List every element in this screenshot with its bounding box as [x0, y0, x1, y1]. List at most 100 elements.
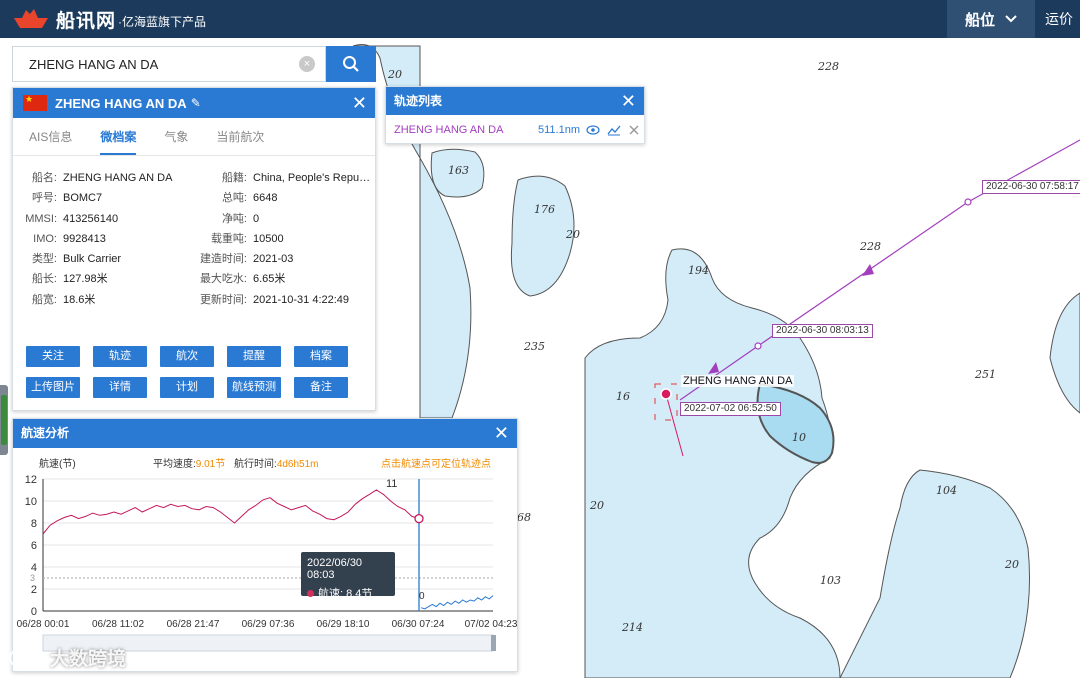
info-value: 413256140 [63, 212, 119, 225]
y-tick-label: 10 [25, 496, 37, 508]
depth-label: 20 [1005, 558, 1019, 571]
info-key: 类型: [31, 253, 57, 266]
delete-icon[interactable] [628, 124, 640, 136]
track-list-item[interactable]: ZHENG HANG AN DA 511.1nm [386, 115, 644, 145]
watermark-text: 大数跨境 [50, 649, 127, 670]
close-icon[interactable]: ✕ [352, 94, 367, 112]
clear-icon[interactable]: × [299, 56, 315, 72]
tab-current-voyage[interactable]: 当前航次 [216, 118, 264, 155]
notes-button[interactable]: 备注 [294, 377, 348, 398]
follow-button[interactable]: 关注 [26, 346, 80, 367]
eye-icon[interactable] [586, 125, 600, 135]
tab-ais-info[interactable]: AIS信息 [29, 118, 72, 155]
depth-label: 228 [818, 60, 839, 73]
brand-subtitle: ·亿海蓝旗下产品 [118, 14, 207, 29]
ship-name-title: ZHENG HANG AN DA [55, 95, 187, 111]
speed-series-line-2 [420, 595, 494, 610]
speed-y-label: 航速(节) [39, 459, 76, 470]
ship-info-grid: 船名: ZHENG HANG AN DA 船籍: China, People's Re… [13, 168, 377, 310]
voyage-button[interactable]: 航次 [160, 346, 214, 367]
archive-button[interactable]: 档案 [294, 346, 348, 367]
x-tick-label: 06/29 18:10 [317, 619, 370, 630]
ship-panel-header: ZHENG HANG AN DA ✎ ✕ [13, 88, 375, 118]
reminder-button[interactable]: 提醒 [227, 346, 281, 367]
search-bar: ZHENG HANG AN DA × [12, 46, 376, 82]
y-tick-label: 8 [31, 518, 37, 530]
tab-micro-archive[interactable]: 微档案 [100, 118, 137, 155]
brand-logo[interactable]: 船讯网 ·亿海蓝旗下产品 [0, 0, 206, 38]
info-key: 船籍: [221, 172, 247, 184]
nav-freight[interactable]: 运价 [1035, 0, 1080, 38]
plan-button[interactable]: 计划 [160, 377, 214, 398]
top-nav-bar: 船讯网 ·亿海蓝旗下产品 船位 运价 [0, 0, 1080, 38]
x-tick-label: 07/02 04:23 [465, 619, 518, 630]
island-main [584, 248, 841, 678]
ship-info-panel: ZHENG HANG AN DA ✎ ✕ AIS信息 微档案 气象 当前航次 船… [12, 87, 376, 411]
info-row: 船宽: 18.6米 更新时间: 2021-10-31 4:22:49 [13, 290, 377, 310]
nav-ship-label: 船位 [964, 11, 995, 29]
close-icon[interactable]: ✕ [621, 92, 636, 110]
route-forecast-button[interactable]: 航线预测 [227, 377, 281, 398]
track-distance: 511.1nm [538, 124, 580, 136]
depth-label: 20 [590, 499, 604, 512]
track-ship-name[interactable]: ZHENG HANG AN DA [394, 124, 538, 136]
nav-ship-position[interactable]: 船位 [947, 0, 1035, 38]
track-list-title: 轨迹列表 [394, 94, 443, 108]
search-button[interactable] [326, 46, 376, 82]
info-row: MMSI: 413256140 净吨: 0 [13, 209, 377, 229]
depth-label: 103 [820, 574, 841, 587]
depth-label: 194 [688, 264, 709, 277]
speed-line-chart[interactable]: 024681012 110306/28 00:01 06/28 11:02 06/28… [13, 471, 519, 671]
x-tick-label: 06/28 11:02 [92, 619, 145, 630]
edit-icon[interactable]: ✎ [191, 96, 201, 110]
search-input[interactable]: ZHENG HANG AN DA × [12, 46, 326, 82]
avg-speed-label: 平均速度: [153, 459, 196, 470]
info-key: IMO: [33, 232, 57, 245]
track-point-label[interactable]: 2022-06-30 08:03:13 [772, 324, 873, 338]
zoom-slider-handle [491, 635, 496, 651]
info-key: 更新时间: [199, 293, 247, 306]
depth-label: 68 [517, 511, 531, 524]
track-button[interactable]: 轨迹 [93, 346, 147, 367]
tab-weather[interactable]: 气象 [164, 118, 188, 155]
info-key: 最大吃水: [199, 273, 247, 286]
close-icon[interactable]: ✕ [494, 424, 509, 442]
info-value: 0 [253, 212, 260, 225]
info-value: China, People's Republic... [253, 172, 375, 184]
y-tick-label: 0 [31, 606, 37, 618]
info-value: 9928413 [63, 232, 106, 245]
ship-tabs: AIS信息 微档案 气象 当前航次 [13, 118, 375, 156]
x-tick-label: 06/28 00:01 [17, 619, 70, 630]
info-key: 载重吨: [210, 232, 247, 245]
info-key: 总吨: [221, 192, 247, 205]
info-key: MMSI: [25, 212, 57, 225]
depth-label: 16 [616, 390, 630, 403]
x-tick-label: 06/30 07:24 [392, 619, 445, 630]
details-button[interactable]: 详情 [93, 377, 147, 398]
info-key: 建造时间: [199, 253, 247, 266]
line-chart-icon[interactable] [607, 124, 621, 136]
tooltip-time: 2022/06/30 08:03 [307, 557, 363, 581]
reference-line-label: 3 [30, 573, 35, 583]
track-point-label[interactable]: 2022-06-30 07:58:17 [982, 180, 1080, 194]
info-value: BOMC7 [63, 192, 103, 205]
info-value: 18.6米 [63, 293, 96, 306]
upload-image-button[interactable]: 上传图片 [26, 377, 80, 398]
speed-hint: 点击航速点可定位轨迹点 [381, 459, 491, 470]
speed-analysis-panel: 航速分析 ✕ 航速(节) 平均速度:9.01节 航行时间:4d6h51m 点击航… [12, 418, 518, 672]
info-value: 2021-10-31 4:22:49 [253, 293, 350, 306]
island-right-edge [1049, 292, 1080, 414]
track-list-panel: 轨迹列表 ✕ ZHENG HANG AN DA 511.1nm [385, 86, 645, 144]
sail-time-value: 4d6h51m [276, 459, 319, 470]
island-small-2 [510, 175, 575, 297]
ship-map-label[interactable]: ZHENG HANG AN DA [681, 375, 795, 387]
depth-label: 10 [792, 431, 806, 444]
tooltip-speed: 航速: 8.4节 [318, 588, 373, 600]
track-point-label[interactable]: 2022-07-02 06:52:50 [680, 402, 781, 416]
y-tick-label: 12 [25, 474, 37, 486]
x-tick-label: 06/28 21:47 [167, 619, 220, 630]
depth-label: 104 [936, 484, 957, 497]
info-row: 类型: Bulk Carrier 建造时间: 2021-03 [13, 249, 377, 269]
depth-label: 228 [860, 240, 881, 253]
track-list-header: 轨迹列表 ✕ [386, 87, 644, 115]
